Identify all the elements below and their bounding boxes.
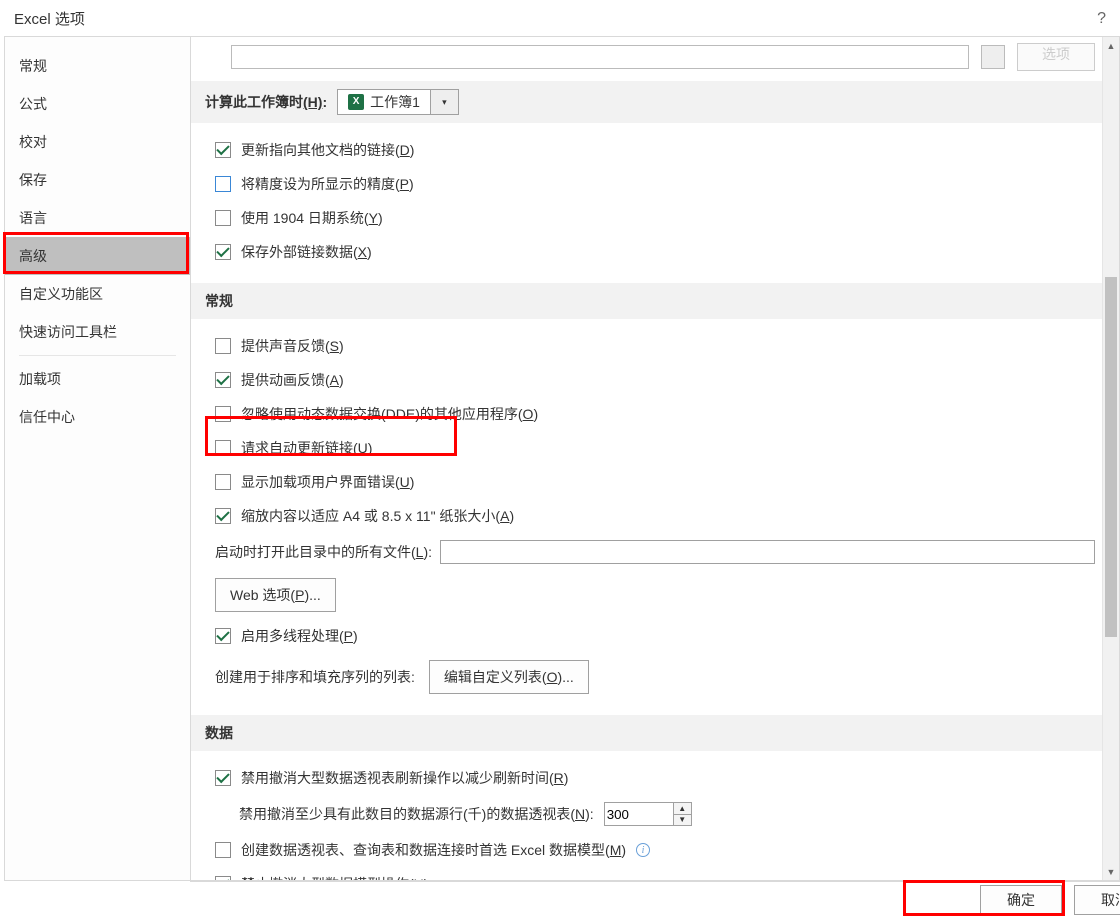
option-label: 请求自动更新链接(U) — [241, 438, 372, 458]
sidebar-item-label: 高级 — [19, 248, 47, 264]
sidebar-item-label: 信任中心 — [19, 409, 75, 425]
sidebar-item-proofing[interactable]: 校对 — [5, 123, 190, 161]
option-label: 忽略使用动态数据交换(DDE)的其他应用程序(O) — [241, 404, 538, 424]
checkbox-save-external-link-data[interactable] — [215, 244, 231, 260]
undo-rows-label: 禁用撤消至少具有此数目的数据源行(千)的数据透视表(N): — [239, 804, 594, 824]
option-label: 禁止撤消大型数据模型操作(U) — [241, 874, 428, 880]
option-label: 提供声音反馈(S) — [241, 336, 344, 356]
sidebar-item-customize-ribbon[interactable]: 自定义功能区 — [5, 275, 190, 313]
dialog-title: Excel 选项 — [14, 8, 85, 29]
sidebar-item-label: 语言 — [19, 210, 47, 226]
option-label: 创建数据透视表、查询表和数据连接时首选 Excel 数据模型(M) — [241, 840, 626, 860]
cutoff-label — [215, 49, 219, 65]
option-label: 启用多线程处理(P) — [241, 626, 358, 646]
general-options: 提供声音反馈(S) 提供动画反馈(A) 忽略使用动态数据交换(DDE)的其他应用… — [191, 319, 1119, 715]
cutoff-row: 选项 — [191, 37, 1119, 81]
sidebar-item-label: 校对 — [19, 134, 47, 150]
startup-folder-label: 启动时打开此目录中的所有文件(L): — [215, 542, 432, 562]
workbook-name: 工作簿1 — [370, 92, 420, 112]
checkbox-prefer-data-model[interactable] — [215, 842, 231, 858]
excel-file-icon: X — [348, 94, 364, 110]
help-icon[interactable]: ? — [1097, 10, 1106, 28]
section-label: 数据 — [205, 725, 233, 741]
option-label: 使用 1904 日期系统(Y) — [241, 208, 383, 228]
sidebar-item-quick-access[interactable]: 快速访问工具栏 — [5, 313, 190, 351]
chevron-down-icon[interactable]: ▾ — [430, 90, 458, 114]
option-label: 缩放内容以适应 A4 或 8.5 x 11" 纸张大小(A) — [241, 506, 514, 526]
checkbox-disable-undo-pivot[interactable] — [215, 770, 231, 786]
option-label: 将精度设为所显示的精度(P) — [241, 174, 414, 194]
spinner-up-icon[interactable]: ▲ — [674, 803, 691, 815]
workbook-selector[interactable]: X 工作簿1 ▾ — [337, 89, 459, 115]
sidebar-item-label: 常规 — [19, 58, 47, 74]
sidebar-item-label: 快速访问工具栏 — [19, 324, 117, 340]
option-label: 更新指向其他文档的链接(D) — [241, 140, 414, 160]
sidebar-item-trust-center[interactable]: 信任中心 — [5, 398, 190, 436]
sidebar-item-label: 加载项 — [19, 371, 61, 387]
checkbox-scale-for-a4[interactable] — [215, 508, 231, 524]
startup-folder-input[interactable] — [440, 540, 1095, 564]
checkbox-ask-update-links[interactable] — [215, 440, 231, 456]
checkbox-1904-date-system[interactable] — [215, 210, 231, 226]
checkbox-ignore-dde[interactable] — [215, 406, 231, 422]
checkbox-disable-undo-data-model[interactable] — [215, 876, 231, 880]
excel-options-dialog: Excel 选项 ? 常规 公式 校对 保存 语言 高级 自定义功能区 快速访问… — [0, 0, 1120, 917]
section-head-workbook-calc: 计算此工作簿时(H): X 工作簿1 ▾ — [191, 81, 1119, 123]
web-options-button[interactable]: Web 选项(P)... — [215, 578, 336, 612]
sidebar-item-label: 自定义功能区 — [19, 286, 103, 302]
section-head-data: 数据 — [191, 715, 1119, 751]
undo-rows-input[interactable] — [604, 802, 674, 826]
scrollbar-thumb[interactable] — [1105, 277, 1117, 637]
cutoff-options-button[interactable]: 选项 — [1017, 43, 1095, 71]
checkbox-update-links[interactable] — [215, 142, 231, 158]
spinner-down-icon[interactable]: ▼ — [674, 815, 691, 826]
main-panel: 选项 计算此工作簿时(H): X 工作簿1 ▾ — [191, 37, 1119, 880]
vertical-scrollbar[interactable]: ▲ ▼ — [1102, 37, 1119, 880]
sidebar: 常规 公式 校对 保存 语言 高级 自定义功能区 快速访问工具栏 加载项 信任中… — [5, 37, 191, 880]
info-icon[interactable]: i — [636, 843, 650, 857]
ok-button[interactable]: 确定 — [980, 885, 1062, 915]
workbook-calc-options: 更新指向其他文档的链接(D) 将精度设为所显示的精度(P) 使用 1904 日期… — [191, 123, 1119, 283]
sidebar-item-formulas[interactable]: 公式 — [5, 85, 190, 123]
checkbox-enable-multithreading[interactable] — [215, 628, 231, 644]
dialog-body: 常规 公式 校对 保存 语言 高级 自定义功能区 快速访问工具栏 加载项 信任中… — [4, 36, 1120, 881]
scrollbar-down-icon[interactable]: ▼ — [1103, 863, 1119, 880]
cancel-button[interactable]: 取消 — [1074, 885, 1120, 915]
sidebar-item-addins[interactable]: 加载项 — [5, 360, 190, 398]
titlebar: Excel 选项 ? — [0, 0, 1120, 35]
dialog-footer: 确定 取消 — [190, 881, 1120, 917]
option-label: 显示加载项用户界面错误(U) — [241, 472, 414, 492]
option-label: 禁用撤消大型数据透视表刷新操作以减少刷新时间(R) — [241, 768, 568, 788]
section-label: 计算此工作簿时(H): — [205, 92, 327, 112]
checkbox-precision-as-displayed[interactable] — [215, 176, 231, 192]
sidebar-item-label: 公式 — [19, 96, 47, 112]
edit-custom-lists-button[interactable]: 编辑自定义列表(O)... — [429, 660, 589, 694]
cutoff-browse-button[interactable] — [981, 45, 1005, 69]
sidebar-item-save[interactable]: 保存 — [5, 161, 190, 199]
section-label: 常规 — [205, 293, 233, 309]
data-options: 禁用撤消大型数据透视表刷新操作以减少刷新时间(R) 禁用撤消至少具有此数目的数据… — [191, 751, 1119, 880]
checkbox-sound-feedback[interactable] — [215, 338, 231, 354]
undo-rows-spinner[interactable]: ▲ ▼ — [604, 802, 692, 826]
option-label: 保存外部链接数据(X) — [241, 242, 372, 262]
sidebar-item-label: 保存 — [19, 172, 47, 188]
sidebar-item-language[interactable]: 语言 — [5, 199, 190, 237]
cutoff-input[interactable] — [231, 45, 969, 69]
sidebar-item-general[interactable]: 常规 — [5, 47, 190, 85]
sidebar-separator — [19, 355, 176, 356]
option-label: 提供动画反馈(A) — [241, 370, 344, 390]
checkbox-show-addin-errors[interactable] — [215, 474, 231, 490]
section-head-general: 常规 — [191, 283, 1119, 319]
checkbox-animation-feedback[interactable] — [215, 372, 231, 388]
scrollbar-up-icon[interactable]: ▲ — [1103, 37, 1119, 54]
sidebar-item-advanced[interactable]: 高级 — [5, 237, 190, 275]
sort-lists-label: 创建用于排序和填充序列的列表: — [215, 667, 415, 687]
